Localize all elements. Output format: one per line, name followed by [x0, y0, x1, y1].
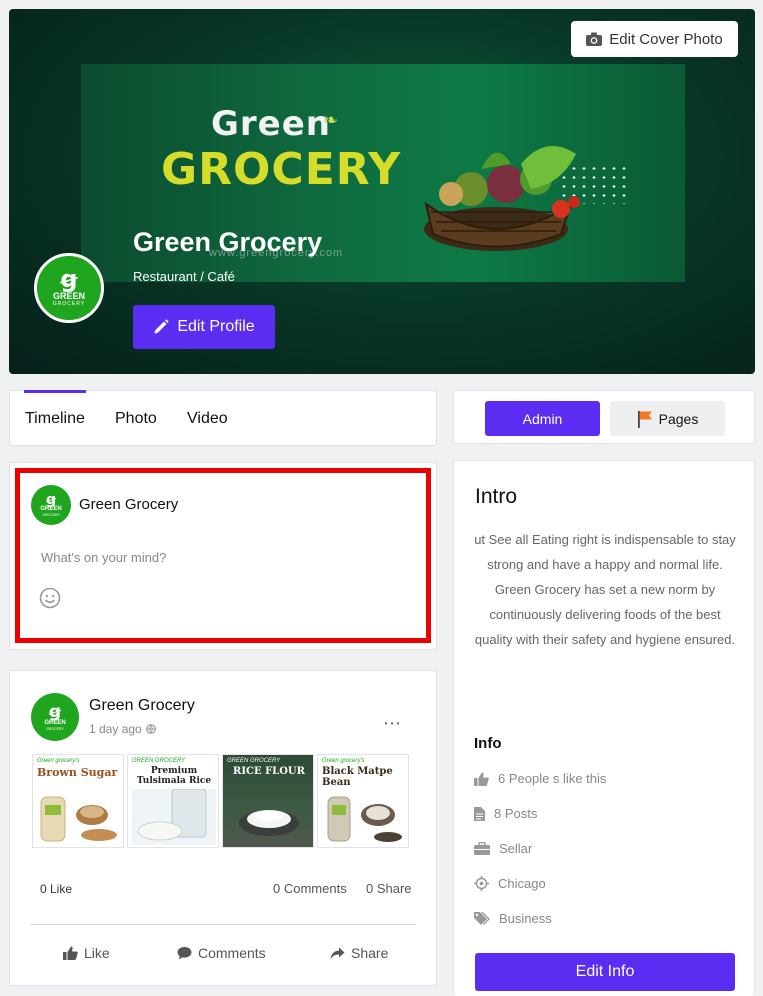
- like-count[interactable]: 0 Like: [40, 882, 72, 896]
- edit-info-button[interactable]: Edit Info: [475, 953, 735, 991]
- active-tab-indicator: [24, 390, 86, 393]
- product-image-tulsimala-rice[interactable]: GREEN GROCERY Premium Tulsimala Rice: [127, 754, 219, 848]
- info-location: Chicago: [474, 876, 546, 891]
- composer-author-name: Green Grocery: [79, 496, 179, 513]
- product-title: Black Matpe Bean: [322, 766, 393, 788]
- edit-cover-photo-button[interactable]: Edit Cover Photo: [571, 21, 738, 57]
- profile-tabs: Timeline Photo Video: [9, 390, 437, 446]
- admin-button[interactable]: Admin: [485, 401, 600, 436]
- comment-icon: [177, 947, 192, 960]
- edit-cover-photo-label: Edit Cover Photo: [609, 30, 723, 48]
- location-icon: [474, 876, 489, 891]
- info-type: Sellar: [474, 841, 532, 856]
- leaf-icon: ❧: [323, 110, 339, 130]
- composer-input[interactable]: What's on your mind?: [41, 550, 166, 565]
- thumbs-up-icon: [474, 772, 489, 786]
- banner-word-green: Green: [211, 104, 331, 144]
- pages-button[interactable]: Pages: [610, 401, 725, 436]
- info-likes: 6 People s like this: [474, 771, 606, 786]
- profile-name: Green Grocery: [133, 227, 323, 257]
- post-timestamp: 1 day ago: [89, 722, 156, 736]
- page-role-buttons: Admin Pages: [453, 390, 755, 444]
- tab-timeline[interactable]: Timeline: [25, 410, 85, 428]
- document-icon: [474, 806, 485, 821]
- pages-label: Pages: [658, 410, 699, 427]
- product-photo: [239, 810, 299, 836]
- post-avatar-line1: GREEN: [44, 719, 66, 726]
- globe-icon: [145, 724, 156, 734]
- banner-word-grocery: GROCERY: [161, 144, 402, 195]
- edit-profile-label: Edit Profile: [177, 318, 255, 335]
- tab-photo[interactable]: Photo: [115, 410, 157, 428]
- intro-description: ut See all Eating right is indispensable…: [474, 532, 736, 647]
- product-photo: [327, 796, 402, 842]
- like-button[interactable]: Like: [63, 945, 110, 961]
- edit-profile-button[interactable]: Edit Profile: [133, 305, 275, 349]
- vegetable-basket-image: [424, 146, 580, 251]
- post-avatar-line2: GROCERY: [46, 726, 64, 731]
- info-posts-text: 8 Posts: [494, 806, 538, 821]
- info-category-text: Business: [499, 911, 552, 926]
- info-posts: 8 Posts: [474, 806, 537, 821]
- pencil-icon: [154, 319, 170, 334]
- intro-title: Intro: [475, 485, 518, 508]
- info-type-text: Sellar: [499, 841, 533, 856]
- composer-avatar-line2: GROCERY: [42, 513, 60, 517]
- product-photo: [132, 789, 216, 845]
- comments-button[interactable]: Comments: [177, 945, 266, 961]
- share-icon: [330, 947, 345, 959]
- info-likes-text: 6 People s like this: [498, 771, 607, 786]
- share-button[interactable]: Share: [330, 945, 388, 961]
- post-avatar[interactable]: ꞡ GREEN GROCERY: [31, 693, 79, 741]
- product-brand: Green grocery's: [322, 758, 365, 764]
- camera-icon: [586, 32, 603, 46]
- avatar-glyph: ꞡ: [60, 266, 78, 293]
- avatar-line1: GREEN: [52, 291, 85, 301]
- emoji-icon[interactable]: [39, 587, 61, 609]
- profile-avatar[interactable]: ꞡ GREEN GROCERY: [34, 253, 104, 323]
- post-time-text: 1 day ago: [89, 722, 142, 736]
- composer-avatar-line1: GREEN: [40, 506, 62, 512]
- comment-count[interactable]: 0 Comments: [273, 881, 347, 896]
- briefcase-icon: [474, 842, 490, 855]
- product-image-rice-flour[interactable]: GREEN GROCERY RICE FLOUR: [222, 754, 314, 848]
- post-author-name[interactable]: Green Grocery: [89, 697, 195, 715]
- info-title: Info: [474, 735, 502, 752]
- product-brand: GREEN GROCERY: [227, 758, 281, 764]
- share-label: Share: [351, 945, 389, 961]
- composer-avatar-glyph: ꞡ: [45, 491, 57, 507]
- tag-icon: [474, 912, 490, 925]
- more-options-icon[interactable]: ⋯: [383, 713, 402, 734]
- post-card: ꞡ GREEN GROCERY Green Grocery 1 day ago …: [9, 670, 437, 986]
- avatar-line2: GROCERY: [52, 301, 86, 307]
- product-title: RICE FLOUR: [233, 766, 305, 777]
- profile-category: Restaurant / Café: [133, 269, 235, 284]
- tab-video[interactable]: Video: [187, 410, 228, 428]
- product-image-black-matpe-bean[interactable]: Green grocery's Black Matpe Bean: [317, 754, 409, 848]
- like-label: Like: [84, 945, 110, 961]
- cover-photo: Green ❧ GROCERY www.greengrocery.com Edi…: [9, 9, 755, 374]
- flag-icon: [637, 410, 652, 428]
- comments-label: Comments: [198, 945, 266, 961]
- share-count[interactable]: 0 Share: [366, 881, 412, 896]
- post-divider: [30, 924, 416, 925]
- info-location-text: Chicago: [498, 876, 546, 891]
- product-image-brown-sugar[interactable]: Green grocery's Brown Sugar: [32, 754, 124, 848]
- intro-panel: Intro ut See all Eating right is indispe…: [453, 460, 755, 996]
- product-title: Brown Sugar: [37, 766, 118, 779]
- post-composer: ꞡ GREEN GROCERY Green Grocery What's on …: [9, 462, 437, 650]
- product-brand: Green grocery's: [37, 758, 80, 764]
- composer-avatar: ꞡ GREEN GROCERY: [31, 485, 71, 525]
- post-image-gallery: Green grocery's Brown Sugar GREEN GROCER…: [32, 754, 409, 848]
- post-avatar-glyph: ꞡ: [48, 701, 62, 721]
- product-title: Premium Tulsimala Rice: [136, 766, 212, 786]
- product-brand: GREEN GROCERY: [132, 758, 186, 764]
- product-photo: [40, 796, 117, 842]
- thumbs-up-icon: [63, 946, 78, 960]
- info-category: Business: [474, 911, 552, 926]
